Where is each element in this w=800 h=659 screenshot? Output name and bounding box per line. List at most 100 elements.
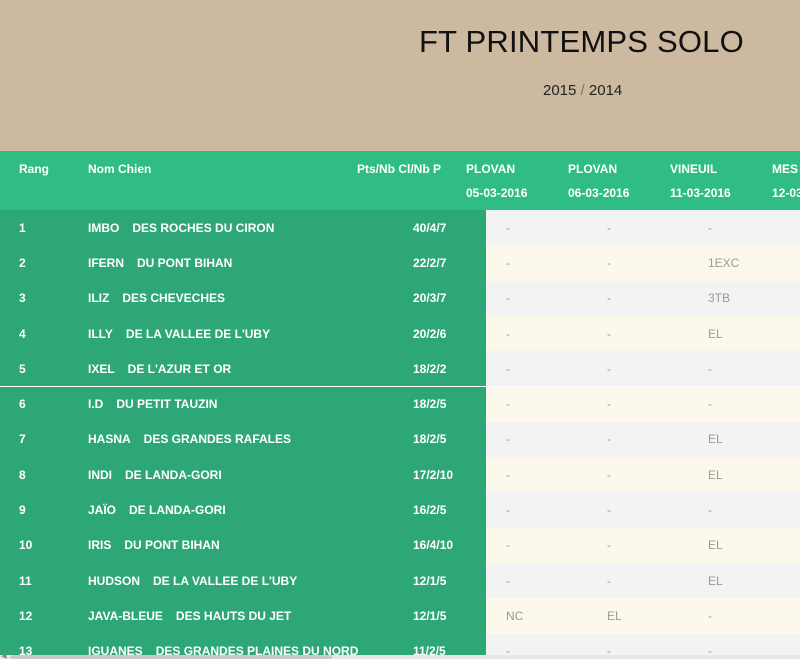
column-header-nom[interactable]: Nom Chien (88, 162, 151, 176)
table-row[interactable]: 10 IRIS DU PONT BIHAN 16/4/10 - - EL (0, 527, 800, 563)
cell-pts: 12/1/5 (413, 608, 447, 623)
event-place: MES (772, 162, 799, 176)
cell-dog-name: IRIS DU PONT BIHAN (88, 528, 220, 563)
cell-result-event-3: - (708, 220, 712, 235)
table-row[interactable]: 4 ILLY DE LA VALLEE DE L'UBY 20/2/6 - - E… (0, 315, 800, 352)
cell-dog-name: ILIZ DES CHEVECHES (88, 281, 225, 316)
table-row[interactable]: 13 IGUANES DES GRANDES PLAINES DU NORD 11… (0, 633, 800, 655)
cell-pts: 11/2/5 (413, 644, 446, 655)
cell-result-event-3: EL (708, 573, 723, 588)
table-row[interactable]: 2 IFERN DU PONT BIHAN 22/2/7 - - 1EXC (0, 245, 800, 281)
cell-pts: 40/4/7 (413, 220, 447, 235)
cell-rang: 12 (19, 608, 33, 623)
cell-result-event-2: - (607, 397, 611, 412)
column-header-event-1[interactable]: PLOVAN 05-03-2016 (466, 162, 527, 200)
cell-result-event-2: - (607, 467, 611, 482)
column-header-rang[interactable]: Rang (19, 162, 49, 176)
cell-result-event-1: - (506, 467, 510, 482)
table-row[interactable]: 7 HASNA DES GRANDES RAFALES 18/2/5 - - EL (0, 421, 800, 458)
header-band: FT PRINTEMPS SOLO 2015 / 2014 (0, 0, 800, 151)
dog-affix: DU PONT BIHAN (137, 255, 233, 270)
cell-result-event-3: 1EXC (708, 255, 740, 270)
event-place: VINEUIL (670, 162, 718, 176)
cell-result-event-2: - (607, 503, 611, 518)
column-header-pts[interactable]: Pts/Nb Cl/Nb P (357, 162, 441, 176)
cell-result-event-3: EL (708, 538, 723, 553)
cell-result-event-1: - (506, 220, 510, 235)
dog-affix: DES HAUTS DU JET (175, 608, 292, 623)
table-row[interactable]: 6 I.D DU PETIT TAUZIN 18/2/5 - - - (0, 386, 800, 422)
dog-name: IXEL (88, 361, 115, 376)
cell-result-event-1: - (506, 432, 510, 447)
cell-rang: 1 (19, 220, 26, 235)
cell-rang: 9 (19, 503, 26, 518)
column-header-event-2[interactable]: PLOVAN 06-03-2016 (568, 162, 629, 200)
cell-pts: 18/2/5 (413, 397, 447, 412)
dog-affix: DE LANDA-GORI (125, 467, 222, 482)
cell-result-event-3: - (708, 608, 712, 623)
cell-result-event-2: - (607, 361, 611, 376)
dog-affix: DES CHEVECHES (122, 291, 226, 306)
cell-result-event-3: - (708, 503, 712, 518)
cell-result-event-1: - (506, 326, 510, 341)
dog-affix: DE LA VALLEE DE L'UBY (153, 573, 298, 588)
dog-affix: DU PETIT TAUZIN (116, 397, 218, 412)
cell-rang: 4 (19, 326, 26, 341)
cell-rang: 6 (19, 397, 26, 412)
table-row[interactable]: 5 IXEL DE L'AZUR ET OR 18/2/2 - - - (0, 351, 800, 387)
cell-rang: 7 (19, 432, 26, 447)
cell-result-event-3: - (708, 644, 712, 655)
cell-result-event-1: - (506, 397, 510, 412)
cell-result-event-2: - (607, 432, 611, 447)
cell-result-event-1: - (506, 255, 510, 270)
cell-pts: 22/2/7 (413, 255, 447, 270)
cell-result-event-1: - (506, 291, 510, 306)
dog-affix: DE LANDA-GORI (129, 503, 226, 518)
page: FT PRINTEMPS SOLO 2015 / 2014 Rang Nom C… (0, 0, 800, 659)
scrollbar-thumb[interactable] (10, 655, 332, 659)
cell-dog-name: IGUANES DES GRANDES PLAINES DU NORD (88, 634, 358, 655)
cell-result-event-3: EL (708, 467, 723, 482)
season-label: 2015 / 2014 (543, 82, 622, 99)
cell-result-event-2: - (607, 220, 611, 235)
cell-result-event-3: EL (708, 432, 723, 447)
table-row[interactable]: 11 HUDSON DE LA VALLEE DE L'UBY 12/1/5 - … (0, 563, 800, 599)
dog-name: HUDSON (88, 573, 141, 588)
cell-result-event-1: NC (506, 608, 524, 623)
cell-dog-name: I.D DU PETIT TAUZIN (88, 387, 217, 422)
column-header-event-4[interactable]: MES 12-03 (772, 162, 800, 200)
dog-affix: DES GRANDES PLAINES DU NORD (155, 644, 359, 655)
dog-name: I.D (88, 397, 104, 412)
cell-result-event-2: - (607, 538, 611, 553)
cell-dog-name: JAVA-BLEUE DES HAUTS DU JET (88, 598, 291, 633)
table-row[interactable]: 12 JAVA-BLEUE DES HAUTS DU JET 12/1/5 NC … (0, 598, 800, 634)
dog-affix: DES GRANDES RAFALES (143, 432, 292, 447)
cell-rang: 2 (19, 255, 26, 270)
cell-dog-name: HUDSON DE LA VALLEE DE L'UBY (88, 563, 297, 598)
cell-dog-name: INDI DE LANDA-GORI (88, 457, 222, 492)
cell-pts: 18/2/2 (413, 361, 447, 376)
event-date: 12-03 (772, 186, 800, 200)
table-row[interactable]: 9 JAÏO DE LANDA-GORI 16/2/5 - - - (0, 492, 800, 528)
page-title: FT PRINTEMPS SOLO (419, 24, 744, 59)
season-year-a: 2015 (543, 82, 577, 99)
event-date: 11-03-2016 (670, 186, 731, 200)
cell-rang: 10 (19, 538, 33, 553)
cell-result-event-3: 3TB (708, 291, 731, 306)
dog-name: IFERN (88, 255, 124, 270)
cell-pts: 18/2/5 (413, 432, 447, 447)
cell-rang: 11 (19, 573, 32, 588)
table-row[interactable]: 3 ILIZ DES CHEVECHES 20/3/7 - - 3TB (0, 280, 800, 316)
cell-result-event-2: - (607, 255, 611, 270)
dog-name: JAVA-BLEUE (88, 608, 163, 623)
table-row[interactable]: 1 IMBO DES ROCHES DU CIRON 40/4/7 - - - (0, 210, 800, 246)
scroll-left-arrow-icon[interactable]: ◀ (0, 653, 8, 659)
dog-affix: DU PONT BIHAN (124, 538, 220, 553)
table-row[interactable]: 8 INDI DE LANDA-GORI 17/2/10 - - EL (0, 457, 800, 493)
horizontal-scrollbar[interactable]: ◀ (0, 653, 800, 659)
cell-pts: 20/3/7 (413, 291, 447, 306)
cell-result-event-3: EL (708, 326, 723, 341)
cell-dog-name: IMBO DES ROCHES DU CIRON (88, 210, 274, 245)
cell-result-event-1: - (506, 538, 510, 553)
column-header-event-3[interactable]: VINEUIL 11-03-2016 (670, 162, 731, 200)
